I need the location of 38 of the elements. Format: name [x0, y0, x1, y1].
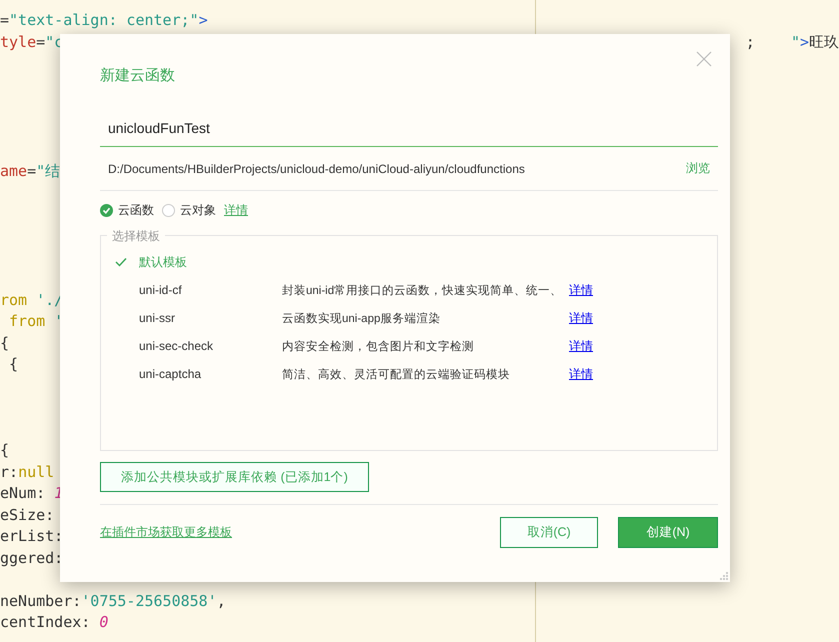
code-line: ame="结: [0, 160, 60, 182]
group-legend: 选择模板: [107, 228, 165, 245]
check-icon: [102, 206, 111, 214]
dialog-title: 新建云函数: [100, 66, 176, 86]
template-name[interactable]: uni-sec-check: [139, 339, 282, 353]
code-line: ggered:: [0, 548, 64, 568]
template-description: 云函数实现uni-app服务端渲染: [282, 311, 442, 326]
template-name[interactable]: uni-id-cf: [139, 283, 282, 297]
code-line: eSize:: [0, 504, 54, 526]
code-line: neNumber:'0755-25650858',: [0, 590, 226, 612]
details-link[interactable]: 详情: [569, 338, 593, 354]
template-description: 内容安全检测，包含图片和文字检测: [282, 339, 475, 354]
path-field[interactable]: D:/Documents/HBuilderProjects/unicloud-demo/uniCloud-aliyun/cloudfunctions 浏览: [100, 147, 718, 191]
code-line: r:null: [0, 462, 54, 482]
radio-button[interactable]: [100, 204, 113, 216]
radio-label[interactable]: 云对象: [180, 202, 216, 218]
name-input[interactable]: unicloudFunTest: [100, 120, 718, 147]
check-icon: [115, 257, 127, 267]
code-line: {: [0, 440, 10, 461]
close-icon[interactable]: [696, 51, 712, 67]
code-line: from ': [8, 311, 64, 332]
code-line: centIndex: 0: [0, 612, 108, 633]
code-line: erList:: [0, 526, 64, 547]
code-line: {: [8, 354, 18, 375]
details-link[interactable]: 详情: [569, 282, 593, 298]
path-text: D:/Documents/HBuilderProjects/unicloud-demo/uniCloud-aliyun/cloudfunctions: [108, 162, 525, 176]
template-name[interactable]: uni-ssr: [139, 311, 282, 325]
resize-grip-icon[interactable]: [719, 571, 728, 580]
template-name[interactable]: uni-captcha: [139, 367, 282, 381]
details-link[interactable]: 详情: [569, 310, 593, 326]
code-line: ; ">旺玖: [746, 32, 839, 52]
template-description: 简洁、高效、灵活可配置的云端验证码模块: [282, 367, 511, 382]
radio-label[interactable]: 云函数: [118, 202, 154, 218]
code-line: {: [0, 332, 10, 354]
radio-button[interactable]: [162, 204, 175, 216]
details-link[interactable]: 详情: [569, 366, 593, 382]
template-description: 封装uni-id常用接口的云函数，快速实现简单、统一、: [282, 283, 564, 298]
code-line: ="text-align: center;">: [0, 10, 208, 31]
